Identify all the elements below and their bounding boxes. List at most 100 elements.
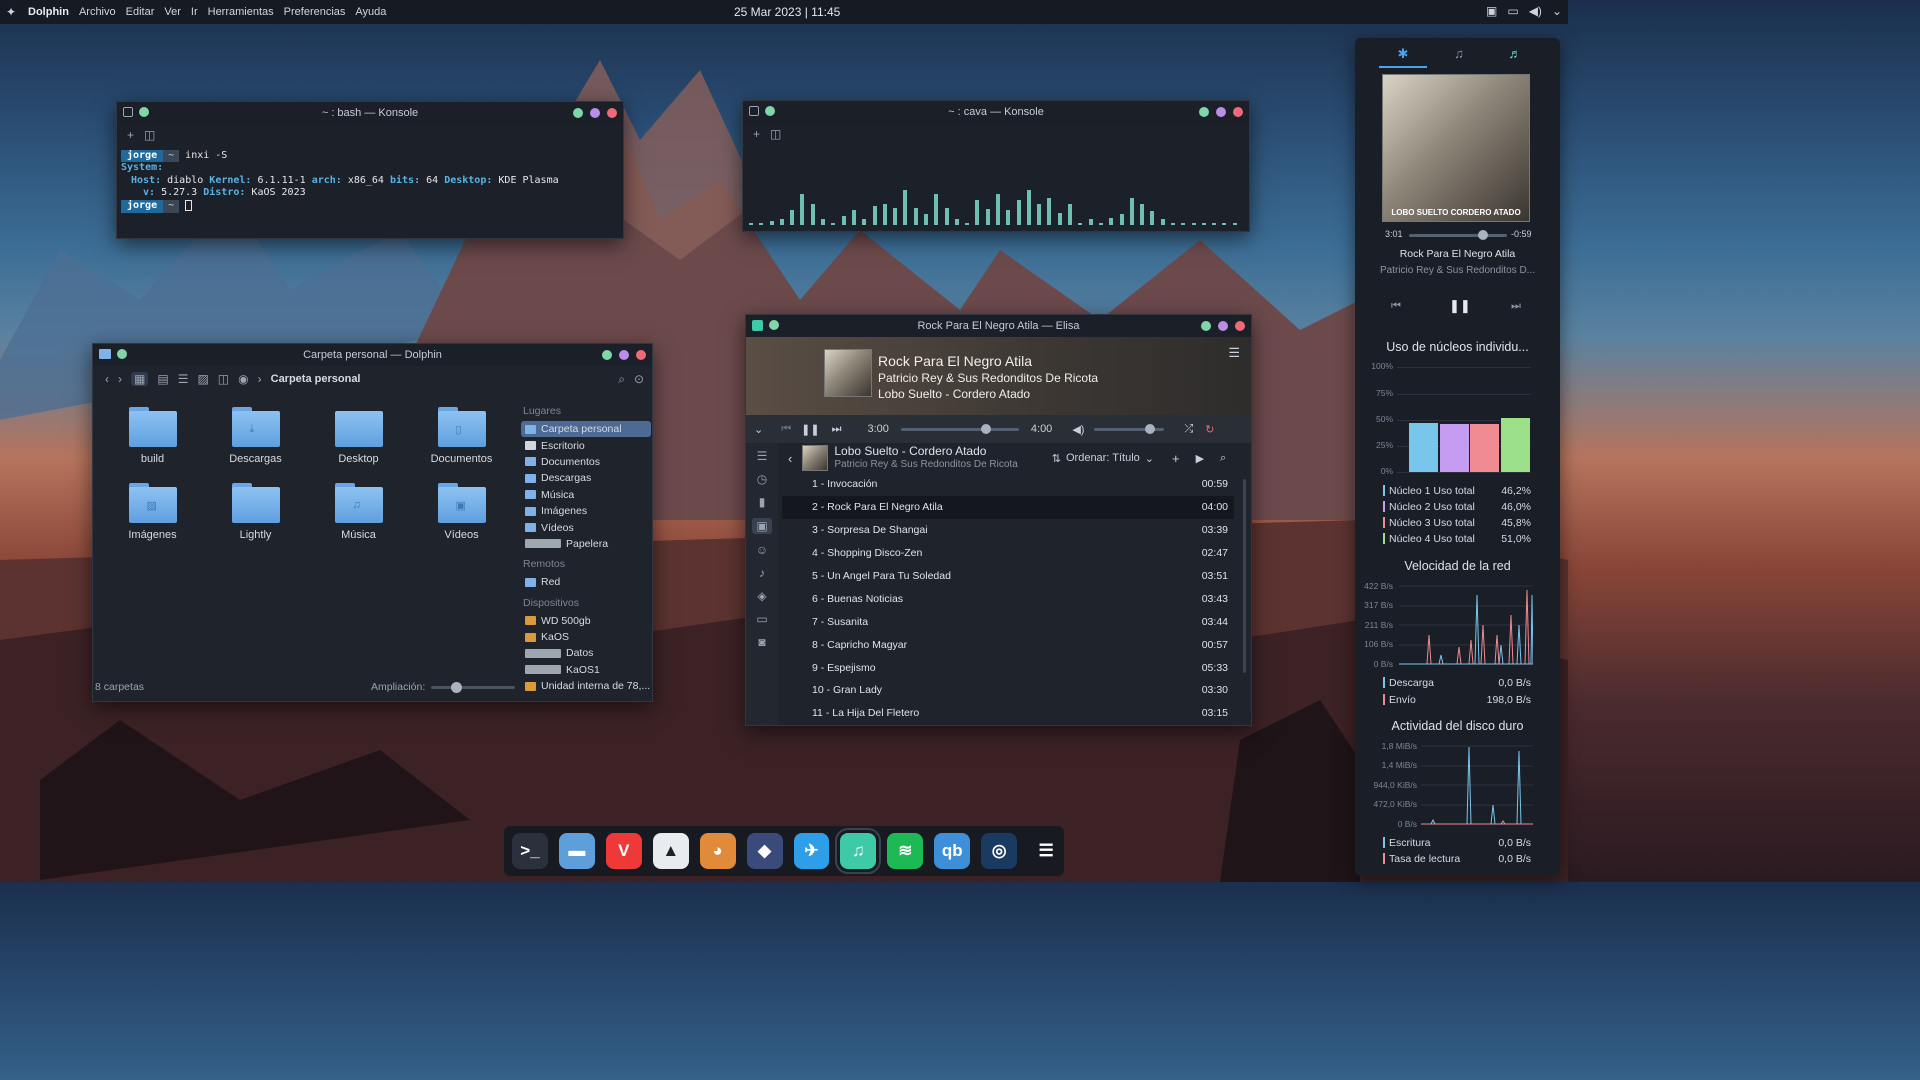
close-button[interactable] <box>1235 321 1245 331</box>
albums-icon[interactable]: ▣ <box>752 518 772 534</box>
folder-item[interactable]: ▣ Vídeos <box>410 483 513 541</box>
track-row[interactable]: 2 - Rock Para El Negro Atila 04:00 <box>782 495 1234 519</box>
steam-icon[interactable]: ◎ <box>981 833 1018 869</box>
qbittorrent-icon[interactable]: qb <box>934 833 971 869</box>
media-progress-handle[interactable] <box>1477 230 1488 240</box>
sort-dropdown[interactable]: Ordenar: Título <box>1066 452 1140 464</box>
menu-preferencias[interactable]: Preferencias <box>284 6 346 18</box>
search-icon[interactable]: ⌕ <box>1220 452 1226 465</box>
kite-icon[interactable]: ✈ <box>793 833 830 869</box>
now-playing-icon[interactable]: ☰ <box>757 449 768 463</box>
place-videos[interactable]: Vídeos <box>521 519 651 535</box>
minimize-button[interactable] <box>1199 107 1209 117</box>
device-item[interactable]: Datos <box>521 645 651 661</box>
track-row[interactable]: 7 - Susanita 03:44 <box>782 610 1234 633</box>
back-icon[interactable]: ‹ <box>105 372 109 386</box>
maximize-button[interactable] <box>1216 107 1226 117</box>
title-bar[interactable]: Rock Para El Negro Atila — Elisa <box>746 315 1251 337</box>
icons-view-icon[interactable]: ▦ <box>131 372 149 386</box>
folder-item[interactable]: build <box>101 407 204 465</box>
eye-icon[interactable]: ◉ <box>238 372 248 386</box>
place-home[interactable]: Carpeta personal <box>521 421 651 438</box>
display-icon[interactable]: ▭ <box>1507 4 1518 18</box>
track-row[interactable]: 9 - Espejismo 05:33 <box>782 656 1234 679</box>
add-icon[interactable]: + <box>1172 451 1180 466</box>
music-note-icon[interactable]: ♫ <box>1435 46 1483 68</box>
maximize-button[interactable] <box>1218 321 1228 331</box>
menu-ver[interactable]: Ver <box>164 6 181 18</box>
elisa-tab-icon[interactable]: ♬ <box>1491 46 1539 68</box>
window-menu-icon[interactable] <box>123 107 133 117</box>
dolphin-icon[interactable]: ▬ <box>558 833 595 869</box>
clock[interactable]: 25 Mar 2023 | 11:45 <box>734 5 840 19</box>
vivaldi-icon[interactable]: V <box>605 833 642 869</box>
keep-above-button[interactable] <box>139 107 149 117</box>
maximize-button[interactable] <box>619 350 629 360</box>
split-icon[interactable]: ◫ <box>218 372 229 386</box>
volume-icon[interactable]: ◀) <box>1072 423 1084 436</box>
menu-icon[interactable]: ☰ <box>1028 833 1064 869</box>
minimize-button[interactable] <box>573 108 583 118</box>
forward-icon[interactable]: › <box>118 372 122 386</box>
search-icon[interactable]: ⌕ <box>618 372 625 387</box>
radio-icon[interactable]: ◙ <box>758 635 765 649</box>
close-button[interactable] <box>1233 107 1243 117</box>
close-button[interactable] <box>607 108 617 118</box>
title-bar[interactable]: ~ : cava — Konsole <box>743 101 1249 123</box>
place-papelera[interactable]: Papelera <box>521 536 651 552</box>
frequent-icon[interactable]: ▮ <box>759 495 766 509</box>
pause-icon[interactable]: ❚❚ <box>801 423 819 436</box>
zoom-slider-handle[interactable] <box>451 681 463 693</box>
artists-icon[interactable]: ☺ <box>756 543 768 557</box>
spotify-icon[interactable]: ≋ <box>887 833 924 869</box>
folder-item[interactable]: ▨ Imágenes <box>101 483 204 541</box>
previous-icon[interactable]: ⏮ <box>781 423 791 436</box>
media-next-icon[interactable]: ⏭ <box>1511 300 1521 313</box>
menu-editar[interactable]: Editar <box>126 6 155 18</box>
folder-item[interactable]: ▯ Documentos <box>410 407 513 465</box>
device-item[interactable]: KaOS <box>521 629 651 645</box>
device-item[interactable]: Unidad interna de 78,... <box>521 678 651 694</box>
playlist-toggle-icon[interactable]: ☰ <box>1228 345 1240 361</box>
track-row[interactable]: 8 - Capricho Magyar 00:57 <box>782 633 1234 656</box>
place-documentos[interactable]: Documentos <box>521 454 651 470</box>
scrollbar[interactable] <box>1243 479 1246 673</box>
preview-icon[interactable]: ▨ <box>197 372 208 386</box>
files-icon[interactable]: ▭ <box>756 612 767 626</box>
split-view-icon[interactable]: ◫ <box>770 127 781 141</box>
minimize-button[interactable] <box>1201 321 1211 331</box>
track-row[interactable]: 5 - Un Angel Para Tu Soledad 03:51 <box>782 565 1234 588</box>
menu-herramientas[interactable]: Herramientas <box>208 6 274 18</box>
breadcrumb[interactable]: Carpeta personal <box>271 373 361 385</box>
place-red[interactable]: Red <box>521 574 651 590</box>
place-musica[interactable]: Música <box>521 487 651 503</box>
kde-launcher-icon[interactable]: ✦ <box>6 5 20 19</box>
seek-bar[interactable] <box>900 423 1019 434</box>
new-tab-icon[interactable]: + <box>127 128 134 142</box>
next-icon[interactable]: ⏭ <box>832 423 842 436</box>
track-row[interactable]: 6 - Buenas Noticias 03:43 <box>782 587 1234 610</box>
folder-icon[interactable] <box>99 349 111 359</box>
clipboard-icon[interactable]: ▣ <box>1486 4 1497 18</box>
gimp-icon[interactable]: ◕ <box>699 833 736 869</box>
back-icon[interactable]: ‹ <box>788 451 792 466</box>
chevron-down-icon[interactable]: ⌄ <box>754 423 763 436</box>
volume-handle[interactable] <box>1145 423 1156 434</box>
konsole-icon[interactable]: >_ <box>512 833 548 869</box>
seek-handle[interactable] <box>980 423 991 434</box>
folder-item[interactable]: ⤓ Descargas <box>204 407 307 465</box>
chevron-down-icon[interactable]: ⌄ <box>1145 452 1154 465</box>
elisa-app-icon[interactable] <box>752 320 763 331</box>
inkscape-icon[interactable]: ▲ <box>652 833 689 869</box>
chevron-down-icon[interactable]: ⌄ <box>1552 4 1562 18</box>
folder-item[interactable]: Lightly <box>204 483 307 541</box>
title-bar[interactable]: Carpeta personal — Dolphin <box>93 344 652 366</box>
keep-above-button[interactable] <box>117 349 127 359</box>
more-options-icon[interactable]: ⊙ <box>634 372 644 386</box>
window-menu-icon[interactable] <box>749 106 759 116</box>
terminal-output[interactable]: jorge ~ inxi -S System: Host: diablo Kern… <box>117 146 623 217</box>
media-pause-icon[interactable]: ❚❚ <box>1449 298 1471 314</box>
tracks-icon[interactable]: ♪ <box>759 566 765 580</box>
maximize-button[interactable] <box>590 108 600 118</box>
volume-icon[interactable]: ◀) <box>1529 4 1542 18</box>
